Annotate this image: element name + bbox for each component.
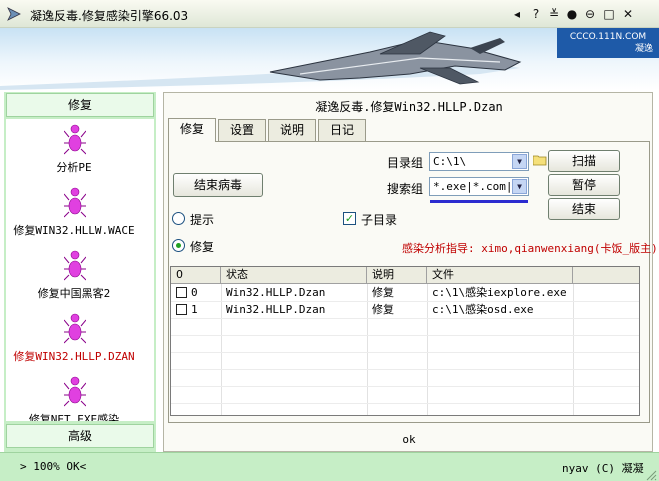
column-header-index[interactable]: 0: [171, 267, 221, 284]
download-icon[interactable]: ≚: [546, 6, 562, 22]
search-group-value: *.exe|*.com|*: [433, 180, 520, 193]
grid-line: [171, 369, 639, 370]
status-copyright: nyav (C) 凝凝: [562, 462, 644, 475]
sidebar-item-net-exe[interactable]: 修复NET.EXE感染: [6, 373, 142, 421]
banner-site-url: CCCO.111N.COM: [569, 32, 647, 42]
subdir-label: 子目录: [361, 213, 398, 227]
page-title: 凝逸反毒.修复Win32.HLLP.Dzan: [315, 100, 503, 114]
close-icon[interactable]: ✕: [620, 6, 636, 22]
end-virus-button[interactable]: 结束病毒: [173, 173, 263, 197]
row-index: 1: [191, 303, 198, 316]
title-bar: 凝逸反毒.修复感染引擎66.03 ◂ ? ≚ ● ⊖ □ ✕: [0, 0, 659, 28]
grid-line: [171, 403, 639, 404]
sidebar-list: 分析PE 修复WIN32.HLLW.WACE 修复中国黑客2 修复WIN32.H…: [6, 119, 154, 421]
dir-group-combo[interactable]: C:\1\ ▼: [429, 152, 529, 171]
sidebar-item-label: 修复WIN32.HLLP.DZAN: [13, 350, 135, 363]
row-description: 修复: [372, 303, 394, 316]
search-group-combo[interactable]: *.exe|*.com|* ▼: [429, 177, 529, 196]
tab-settings[interactable]: 设置: [218, 119, 266, 141]
banner-brand: 凝逸: [634, 44, 653, 54]
sidebar-item-win32-hllp-dzan[interactable]: 修复WIN32.HLLP.DZAN: [6, 310, 142, 372]
app-icon: [7, 7, 21, 21]
spider-icon: [64, 187, 86, 218]
credit-text: 感染分析指导: ximo,qianwenxiang(卡饭_版主): [402, 242, 658, 255]
banner-site-badge: CCCO.111N.COM 凝逸: [557, 28, 659, 58]
row-file: c:\1\感染iexplore.exe: [432, 286, 567, 299]
end-button[interactable]: 结束: [548, 198, 620, 220]
sidebar-item-china-hacker-2[interactable]: 修复中国黑客2: [6, 247, 142, 309]
sidebar-item-win32-hllw-wace[interactable]: 修复WIN32.HLLW.WACE: [6, 184, 142, 246]
folder-icon[interactable]: [533, 154, 547, 166]
status-bar: > 100% OK< nyav (C) 凝凝: [0, 452, 659, 481]
maximize-icon[interactable]: □: [601, 6, 617, 22]
row-checkbox[interactable]: [176, 304, 187, 315]
sidebar-item-label: 分析PE: [56, 161, 92, 174]
grid-line: [171, 386, 639, 387]
spider-icon: [64, 250, 86, 281]
row-checkbox[interactable]: [176, 287, 187, 298]
chevron-down-icon[interactable]: ▼: [512, 154, 527, 169]
row-file: c:\1\感染osd.exe: [432, 303, 534, 316]
record-icon[interactable]: ●: [564, 6, 580, 22]
subdir-checkbox[interactable]: ✓: [343, 212, 356, 225]
tab-repair[interactable]: 修复: [168, 118, 216, 142]
sidebar-item-analyze-pe[interactable]: 分析PE: [6, 121, 142, 183]
sidebar-item-label: 修复WIN32.HLLW.WACE: [13, 224, 135, 237]
column-header-file[interactable]: 文件: [427, 267, 573, 284]
status-progress: > 100% OK<: [20, 460, 87, 473]
banner-jet-image: [0, 31, 522, 90]
column-header-description[interactable]: 说明: [367, 267, 427, 284]
search-group-label: 搜索组: [387, 182, 424, 196]
dir-group-label: 目录组: [387, 156, 424, 170]
tab-help[interactable]: 说明: [268, 119, 316, 141]
sidebar-item-label: 修复NET.EXE感染: [28, 413, 120, 421]
row-description: 修复: [372, 286, 394, 299]
chevron-down-icon[interactable]: ▼: [512, 179, 527, 194]
grid-line: [171, 335, 639, 336]
column-header-spare: [573, 267, 639, 284]
sidebar: 修复 分析PE 修复WIN32.HLLW.WACE 修复中国黑客2 修复WIN3…: [4, 92, 156, 452]
main-panel: 凝逸反毒.修复Win32.HLLP.Dzan 修复 设置 说明 日记 结束病毒 …: [163, 92, 658, 452]
progress-bar: [430, 200, 528, 203]
window-title: 凝逸反毒.修复感染引擎66.03: [30, 9, 189, 23]
table-row[interactable]: 0 Win32.HLLP.Dzan 修复 c:\1\感染iexplore.exe: [171, 285, 639, 301]
grid-line: [171, 318, 639, 319]
banner: CCCO.111N.COM 凝逸: [0, 28, 659, 90]
radio-hint[interactable]: [172, 212, 185, 225]
spider-icon: [64, 376, 86, 407]
row-status: Win32.HLLP.Dzan: [226, 303, 326, 316]
radio-repair-label: 修复: [190, 240, 215, 254]
radio-hint-label: 提示: [190, 213, 215, 227]
spider-icon: [64, 313, 86, 344]
back-icon[interactable]: ◂: [509, 6, 525, 22]
help-icon[interactable]: ?: [528, 6, 544, 22]
resize-grip-icon[interactable]: [645, 469, 657, 481]
sidebar-header-advanced[interactable]: 高级: [6, 424, 154, 448]
grid-line: [171, 352, 639, 353]
sidebar-item-label: 修复中国黑客2: [37, 287, 111, 300]
row-index: 0: [191, 286, 198, 299]
radio-repair[interactable]: [172, 239, 185, 252]
column-header-status[interactable]: 状态: [221, 267, 367, 284]
result-text: ok: [402, 433, 416, 446]
minimize-icon[interactable]: ⊖: [582, 6, 598, 22]
spider-icon: [64, 124, 86, 155]
results-table[interactable]: 0 状态 说明 文件 0 Win32.HLLP.Dzan 修复 c:\1\感染i…: [170, 266, 640, 416]
row-status: Win32.HLLP.Dzan: [226, 286, 326, 299]
scan-button[interactable]: 扫描: [548, 150, 620, 172]
tab-log[interactable]: 日记: [318, 119, 366, 141]
table-row[interactable]: 1 Win32.HLLP.Dzan 修复 c:\1\感染osd.exe: [171, 302, 639, 318]
sidebar-header-repair[interactable]: 修复: [6, 93, 154, 117]
dir-group-value: C:\1\: [433, 155, 467, 168]
pause-button[interactable]: 暂停: [548, 174, 620, 196]
